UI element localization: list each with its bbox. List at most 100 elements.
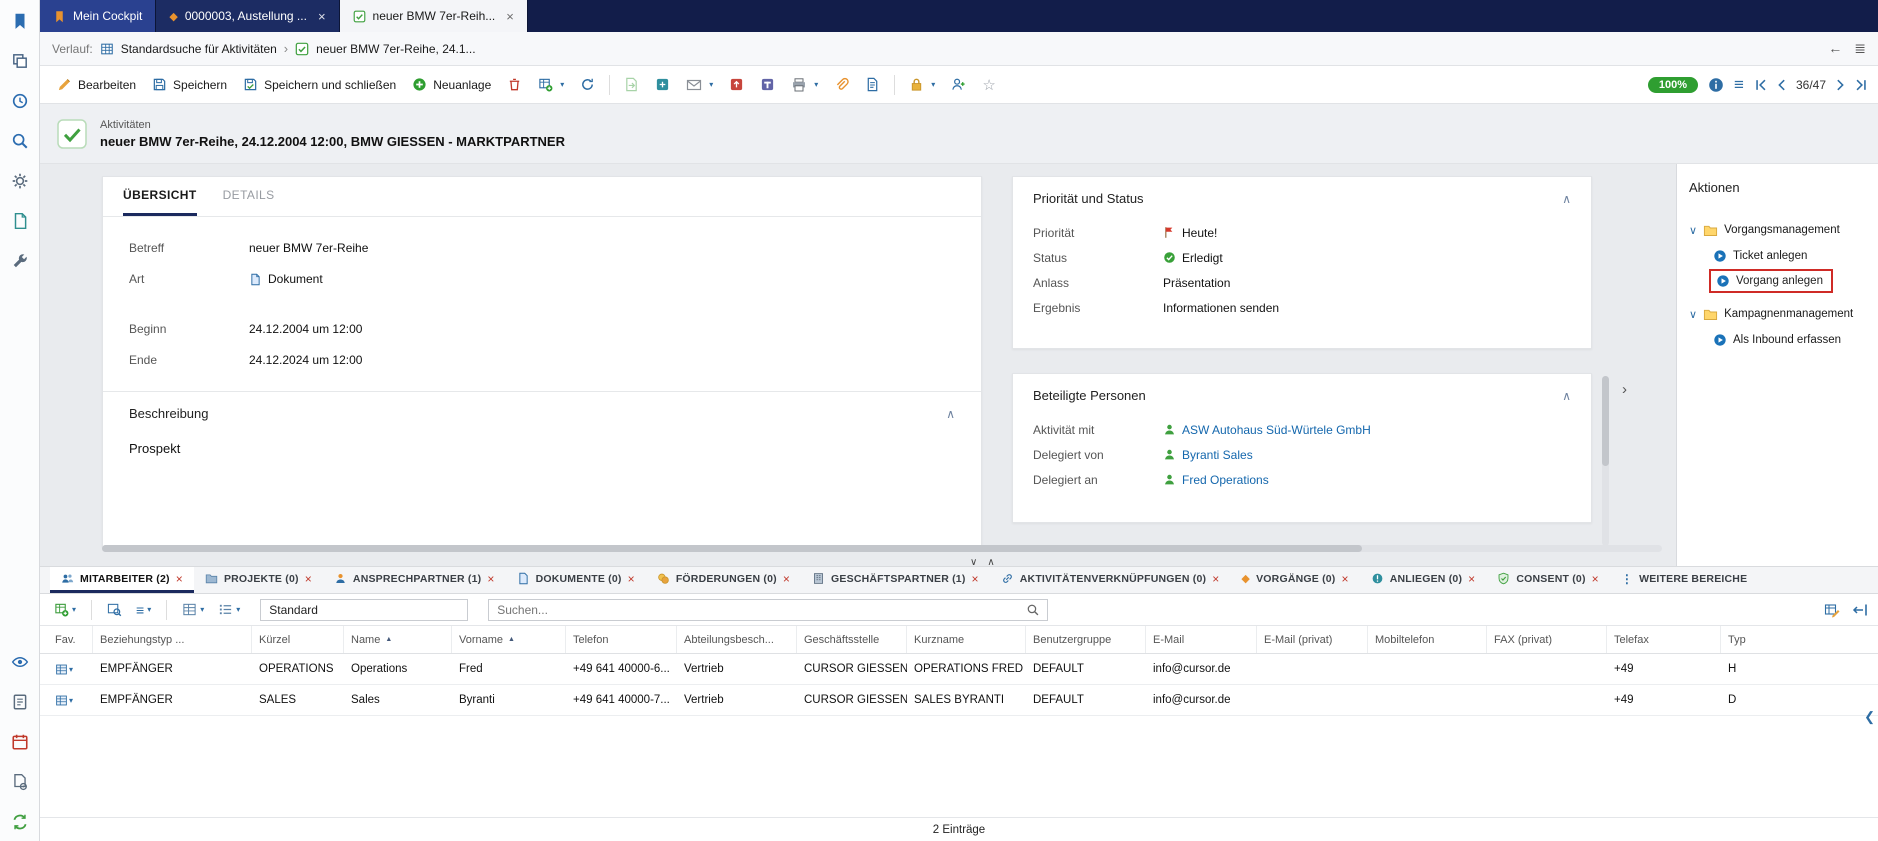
column-header[interactable]: Beziehungstyp ... — [93, 626, 252, 653]
bearbeiten-button[interactable]: Bearbeiten — [50, 73, 143, 96]
print-button[interactable]: ▾ — [784, 73, 825, 97]
delegiert-von-link[interactable]: Byranti Sales — [1182, 448, 1253, 462]
first-record-icon[interactable] — [1754, 78, 1768, 92]
aktivitaet-mit-link[interactable]: ASW Autohaus Süd-Würtele GmbH — [1182, 423, 1371, 437]
action-group-kampagnenmanagement[interactable]: ∨ Kampagnenmanagement — [1689, 301, 1866, 327]
column-header[interactable]: E-Mail — [1146, 626, 1257, 653]
last-record-icon[interactable] — [1854, 78, 1868, 92]
breadcrumb-level2[interactable]: neuer BMW 7er-Reihe, 24.1... — [316, 42, 475, 56]
column-header[interactable]: Kürzel — [252, 626, 344, 653]
tab-ansprechpartner[interactable]: ANSPRECHPARTNER (1) × — [323, 567, 506, 593]
collapse-down-icon[interactable]: ∨ — [970, 557, 977, 568]
column-header[interactable]: Name▲ — [344, 626, 452, 653]
email-button[interactable]: ▾ — [679, 73, 720, 97]
tab-weitere-bereiche[interactable]: ⋮ WEITERE BEREICHE — [1610, 567, 1758, 593]
close-icon[interactable]: × — [783, 572, 790, 586]
document-icon[interactable] — [11, 212, 29, 230]
close-icon[interactable]: × — [628, 572, 635, 586]
column-header[interactable]: Mobiltelefon — [1368, 626, 1487, 653]
quick-view-icon[interactable] — [11, 653, 29, 671]
menu-icon[interactable]: ≡ — [1734, 75, 1744, 95]
window-tab-vorgang[interactable]: ◆ 0000003, Austellung ... × — [156, 0, 339, 32]
notes-icon[interactable] — [11, 693, 29, 711]
collapse-section-icon[interactable]: ∧ — [1562, 389, 1571, 403]
attachment-button[interactable] — [827, 73, 856, 96]
calendar-icon[interactable] — [11, 733, 29, 751]
teams-button[interactable] — [753, 73, 782, 96]
assign-user-button[interactable] — [944, 73, 973, 96]
search-icon[interactable] — [11, 132, 29, 150]
vertical-scrollbar[interactable] — [1602, 376, 1609, 546]
close-icon[interactable]: × — [1468, 572, 1475, 586]
column-header[interactable]: E-Mail (privat) — [1257, 626, 1368, 653]
close-icon[interactable]: × — [1342, 572, 1349, 586]
column-header[interactable]: Geschäftsstelle — [797, 626, 907, 653]
column-header[interactable]: Kurzname — [907, 626, 1026, 653]
table-row[interactable]: ▾ EMPFÄNGER SALES Sales Byranti +49 641 … — [40, 685, 1878, 716]
close-icon[interactable]: × — [305, 572, 312, 586]
tab-vorgaenge[interactable]: ◆ VORGÄNGE (0) × — [1230, 567, 1359, 593]
sync-icon[interactable] — [11, 813, 29, 831]
document-export-button[interactable] — [858, 73, 887, 96]
new-row-button[interactable]: ▾ — [50, 599, 80, 620]
export-button[interactable] — [617, 73, 646, 96]
tab-mitarbeiter[interactable]: MITARBEITER (2) × — [50, 567, 194, 593]
table-row[interactable]: ▾ EMPFÄNGER OPERATIONS Operations Fred +… — [40, 654, 1878, 685]
collapse-panel-icon[interactable] — [1852, 602, 1868, 618]
column-header[interactable]: Benutzergruppe — [1026, 626, 1146, 653]
search-icon[interactable] — [1026, 603, 1040, 617]
row-menu-cell[interactable]: ▾ — [48, 654, 93, 684]
lock-button[interactable]: ▾ — [902, 73, 942, 96]
column-header[interactable]: Abteilungsbesch... — [677, 626, 797, 653]
column-header[interactable]: Vorname▲ — [452, 626, 566, 653]
tab-projekte[interactable]: PROJEKTE (0) × — [194, 567, 323, 593]
horizontal-scrollbar[interactable] — [102, 545, 1662, 552]
windows-icon[interactable] — [11, 52, 29, 70]
collapse-right-panel-icon[interactable]: ❮ — [1864, 709, 1875, 725]
wrench-icon[interactable] — [11, 252, 29, 270]
action-group-vorgangsmanagement[interactable]: ∨ Vorgangsmanagement — [1689, 217, 1866, 243]
column-header[interactable]: Telefax — [1607, 626, 1721, 653]
close-icon[interactable]: × — [1592, 572, 1599, 586]
action-vorgang-anlegen[interactable]: Vorgang anlegen — [1709, 269, 1833, 293]
column-header[interactable]: FAX (privat) — [1487, 626, 1607, 653]
collapse-section-icon[interactable]: ∧ — [946, 407, 955, 421]
tab-dokumente[interactable]: DOKUMENTE (0) × — [506, 567, 646, 593]
view-selector-input[interactable] — [260, 599, 468, 621]
close-icon[interactable]: × — [972, 572, 979, 586]
close-icon[interactable]: × — [487, 572, 494, 586]
tab-uebersicht[interactable]: ÜBERSICHT — [123, 177, 197, 216]
expand-panel-icon[interactable]: › — [1622, 381, 1627, 398]
refresh-button[interactable] — [573, 73, 602, 96]
bookmark-icon[interactable] — [11, 12, 29, 30]
column-header[interactable]: Fav. — [48, 626, 93, 653]
zoom-badge[interactable]: 100% — [1648, 77, 1698, 93]
crm-export-button[interactable] — [722, 73, 751, 96]
speichern-button[interactable]: Speichern — [145, 73, 234, 96]
window-tab-aktivitaet[interactable]: neuer BMW 7er-Reih... × — [340, 0, 528, 32]
info-icon[interactable] — [1708, 77, 1724, 93]
close-icon[interactable]: × — [506, 9, 514, 24]
tab-consent[interactable]: CONSENT (0) × — [1486, 567, 1610, 593]
collapse-section-icon[interactable]: ∧ — [1562, 192, 1571, 206]
edit-grid-icon[interactable] — [1824, 602, 1840, 618]
layout-menu-icon[interactable]: ≣ — [1854, 40, 1866, 57]
window-tab-mein-cockpit[interactable]: Mein Cockpit — [40, 0, 156, 32]
grid-menu-button[interactable]: ≡ ▾ — [132, 599, 155, 621]
column-header[interactable]: Typ — [1721, 626, 1878, 653]
favorite-button[interactable]: ☆ — [975, 72, 1002, 98]
tab-aktivitaetenverknuepfungen[interactable]: AKTIVITÄTENVERKNÜPFUNGEN (0) × — [990, 567, 1231, 593]
close-icon[interactable]: × — [176, 572, 183, 586]
tab-geschaeftspartner[interactable]: GESCHÄFTSPARTNER (1) × — [801, 567, 990, 593]
row-menu-cell[interactable]: ▾ — [48, 685, 93, 715]
tab-anliegen[interactable]: ANLIEGEN (0) × — [1360, 567, 1487, 593]
gear-icon[interactable] — [11, 172, 29, 190]
action-ticket-anlegen[interactable]: Ticket anlegen — [1713, 243, 1866, 269]
column-header[interactable]: Telefon — [566, 626, 677, 653]
back-icon[interactable]: ← — [1828, 40, 1842, 57]
speichern-und-schliessen-button[interactable]: Speichern und schließen — [236, 73, 403, 96]
list-view-button[interactable]: ▾ — [214, 599, 244, 620]
tab-foerderungen[interactable]: FÖRDERUNGEN (0) × — [646, 567, 801, 593]
next-record-icon[interactable] — [1833, 78, 1847, 92]
delete-button[interactable] — [500, 73, 529, 96]
